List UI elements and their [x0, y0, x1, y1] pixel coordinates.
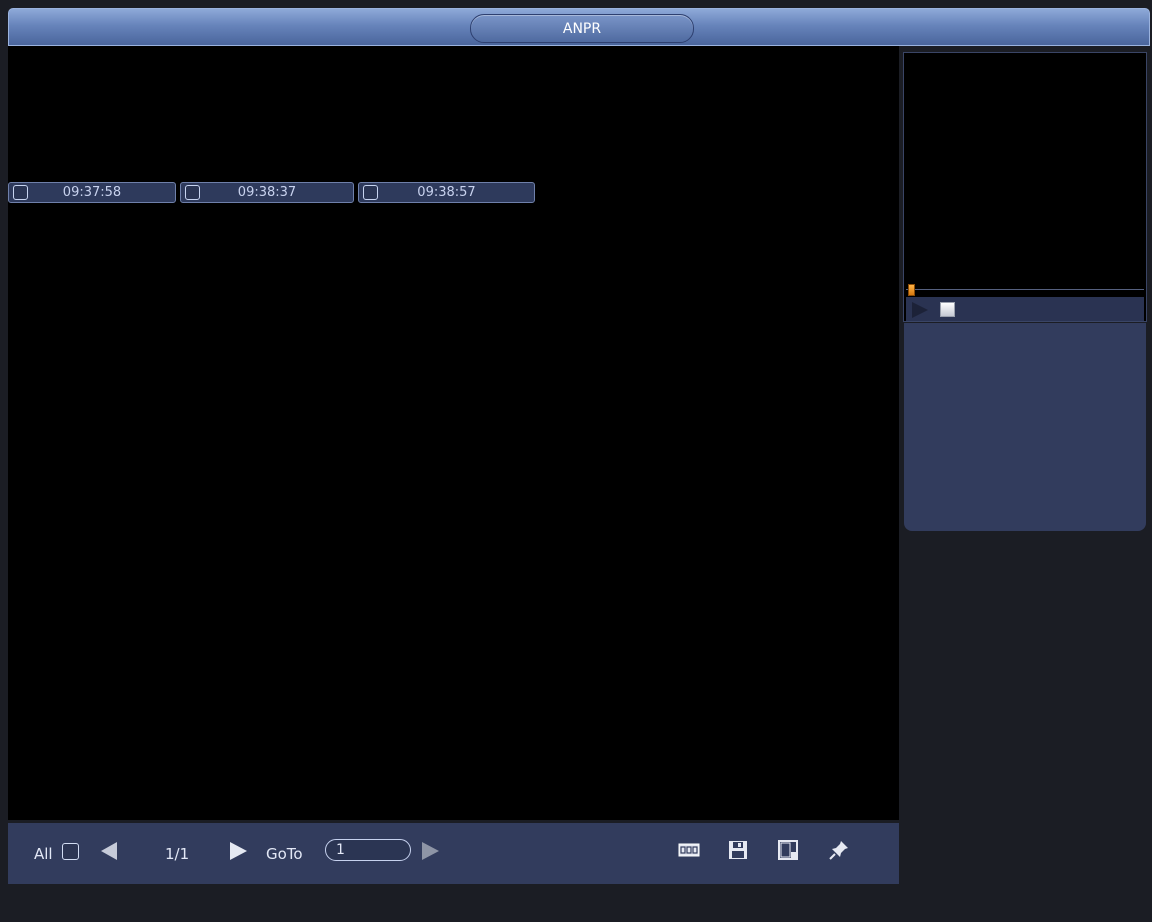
title-bar: ANPR — [8, 8, 1150, 46]
thumbnail-time: 09:37:58 — [62, 185, 122, 200]
play-button[interactable] — [912, 302, 928, 318]
select-all-label: All — [34, 845, 53, 863]
plate-info-panel — [904, 323, 1146, 531]
ocr-icon[interactable] — [678, 839, 700, 861]
goto-label: GoTo — [266, 845, 303, 863]
playback-controls — [906, 297, 1144, 321]
page-indicator: 1/1 — [165, 845, 190, 863]
window-title: ANPR — [470, 14, 694, 43]
export-icon[interactable] — [777, 839, 799, 861]
pin-icon[interactable] — [828, 839, 850, 861]
thumbnail-item[interactable]: 09:37:58 — [8, 182, 176, 203]
thumbnail-item[interactable]: 09:38:57 — [358, 182, 535, 203]
video-preview — [906, 55, 1144, 285]
preview-panel — [903, 52, 1147, 322]
seek-bar[interactable] — [906, 284, 1144, 296]
thumbnail-time: 09:38:37 — [237, 185, 297, 200]
goto-button[interactable] — [422, 842, 439, 860]
prev-page-button[interactable] — [101, 842, 117, 860]
thumbnail-item[interactable]: 09:38:37 — [180, 182, 354, 203]
stop-button[interactable] — [940, 302, 955, 317]
save-icon[interactable] — [727, 839, 749, 861]
seek-handle[interactable] — [908, 284, 915, 296]
next-page-button[interactable] — [230, 842, 247, 860]
goto-page-input[interactable]: 1 — [325, 839, 411, 861]
seek-track-line — [906, 289, 1144, 290]
thumbnail-time: 09:38:57 — [417, 185, 476, 200]
bottom-toolbar: All 1/1 GoTo 1 — [8, 823, 899, 884]
select-all-checkbox[interactable] — [62, 843, 79, 860]
results-grid: 09:37:58 09:38:37 09:38:57 — [8, 46, 899, 820]
